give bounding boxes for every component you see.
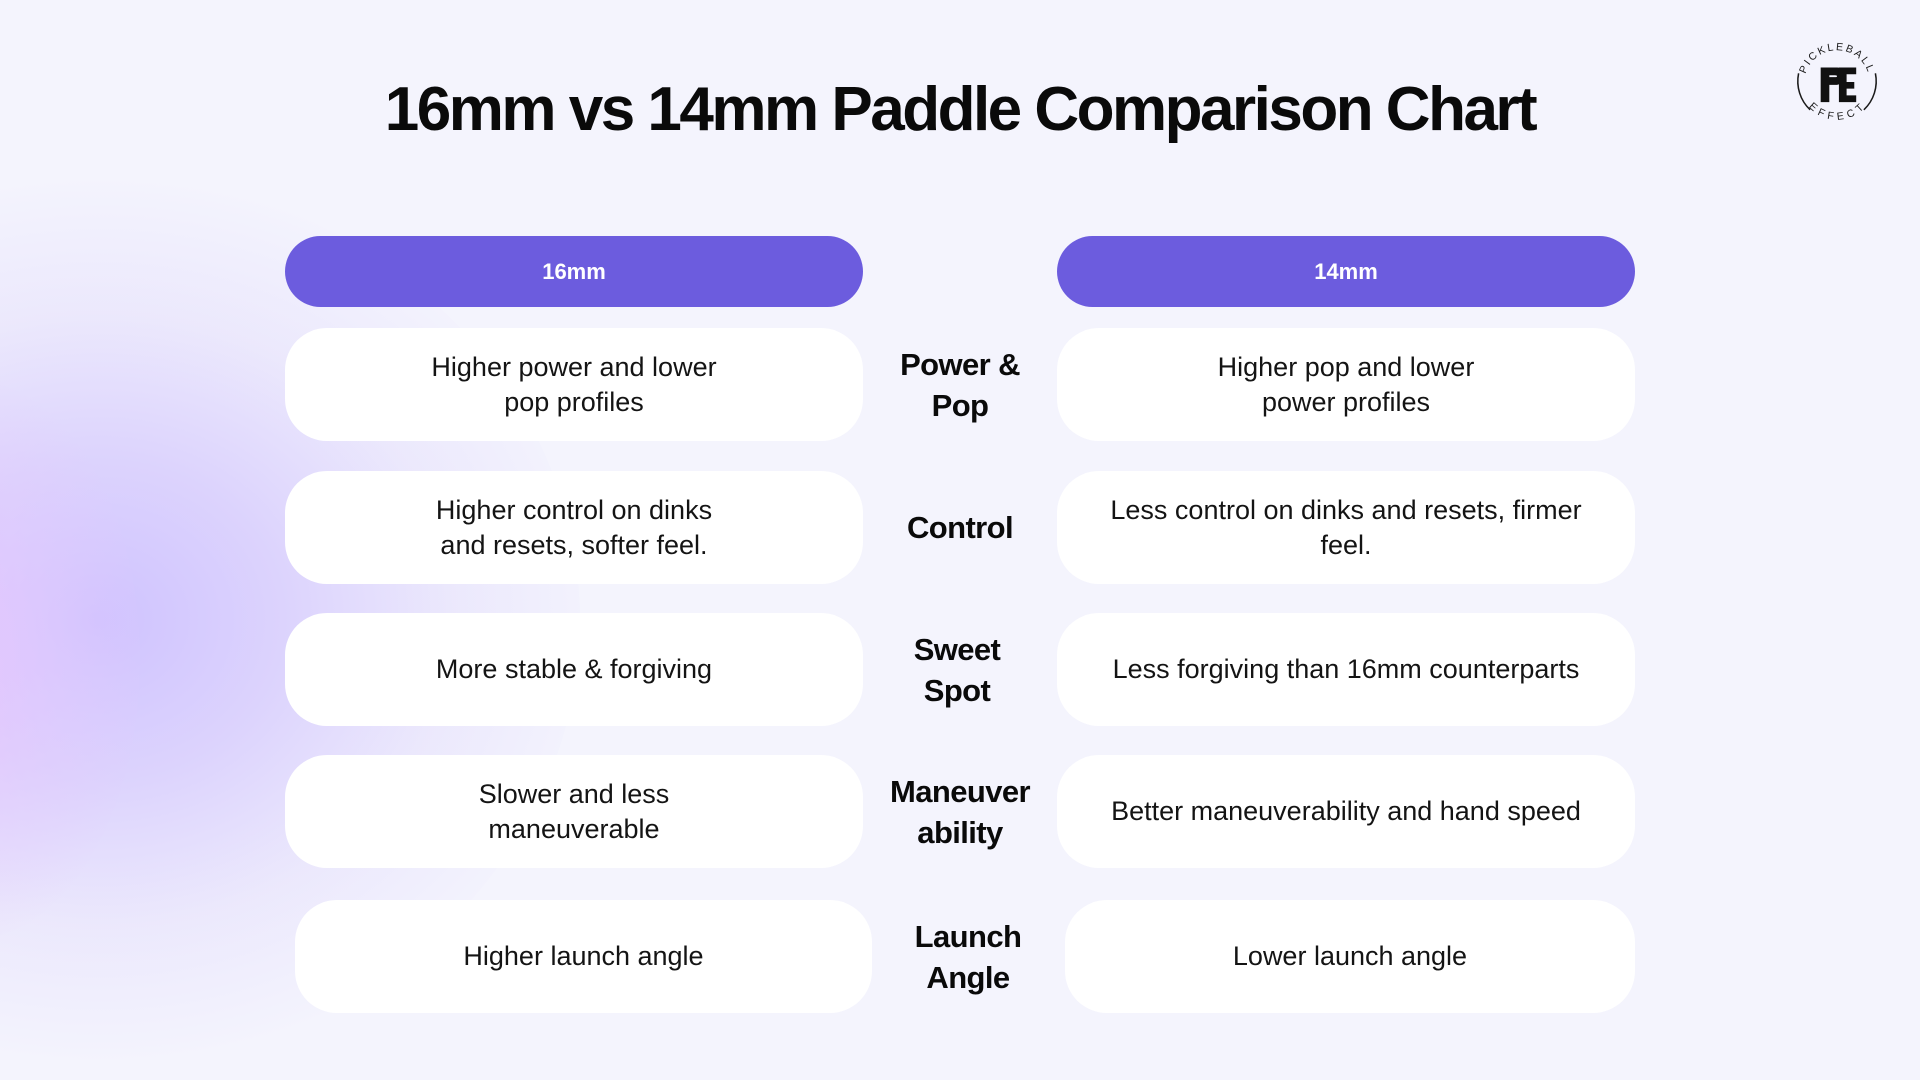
- cell-text-line: power profiles: [1261, 386, 1431, 417]
- cell-16mm-maneuverability: Slower and less maneuverable: [285, 755, 863, 868]
- cell-16mm-power-pop: Higher power and lower pop profiles: [285, 328, 863, 441]
- background-gradient-accent: [0, 380, 140, 940]
- logo-bottom-text: EFFECT: [1806, 100, 1867, 123]
- cell-text-line: Better maneuverability and hand speed: [1111, 796, 1581, 826]
- cell-text-line: Slower and less: [478, 778, 670, 809]
- cell-14mm-control: Less control on dinks and resets, firmer…: [1057, 471, 1635, 584]
- row-label-line: Pop: [931, 387, 989, 423]
- row-label-line: Maneuver: [890, 773, 1031, 809]
- cell-text-line: maneuverable: [488, 813, 660, 844]
- row-label-line: Angle: [926, 959, 1010, 995]
- row-label-maneuverability: Maneuver ability: [870, 755, 1050, 868]
- row-label-line: Power &: [900, 346, 1020, 382]
- row-label-line: Control: [907, 510, 1014, 545]
- cell-text-line: Higher power and lower: [431, 351, 717, 382]
- cell-text-line: Higher launch angle: [463, 941, 704, 971]
- cell-text-line: Less control on dinks and resets, firmer: [1110, 494, 1582, 525]
- row-label-line: Sweet: [913, 631, 1001, 667]
- cell-14mm-power-pop: Higher pop and lower power profiles: [1057, 328, 1635, 441]
- row-label-line: Launch: [914, 918, 1022, 954]
- row-label-launch-angle: Launch Angle: [878, 900, 1058, 1013]
- cell-text-line: feel.: [1320, 529, 1372, 560]
- cell-text-line: Higher pop and lower: [1217, 351, 1475, 382]
- cell-text-line: Higher control on dinks: [435, 494, 713, 525]
- row-label-sweet-spot: Sweet Spot: [867, 613, 1047, 726]
- cell-16mm-control: Higher control on dinks and resets, softe…: [285, 471, 863, 584]
- cell-16mm-launch-angle: Higher launch angle: [295, 900, 872, 1013]
- cell-14mm-maneuverability: Better maneuverability and hand speed: [1057, 755, 1635, 868]
- cell-14mm-launch-angle: Lower launch angle: [1065, 900, 1635, 1013]
- column-header-14mm: 14mm: [1057, 236, 1635, 307]
- cell-text-line: pop profiles: [504, 386, 644, 417]
- cell-text-line: and resets, softer feel.: [440, 529, 708, 560]
- row-label-line: ability: [917, 814, 1003, 850]
- row-label-power-pop: Power & Pop: [870, 328, 1050, 441]
- page-title: 16mm vs 14mm Paddle Comparison Chart: [384, 75, 1538, 144]
- cell-text-line: More stable & forgiving: [435, 654, 713, 684]
- cell-14mm-sweet-spot: Less forgiving than 16mm counterparts: [1057, 613, 1635, 726]
- cell-text-line: Lower launch angle: [1232, 941, 1468, 971]
- cell-16mm-sweet-spot: More stable & forgiving: [285, 613, 863, 726]
- logo-monogram-icon: [1820, 67, 1857, 103]
- column-header-16mm: 16mm: [285, 236, 863, 307]
- cell-text-line: Less forgiving than 16mm counterparts: [1112, 654, 1580, 684]
- pickleball-effect-logo-icon: PICKLEBALL EFFECT: [1797, 41, 1877, 123]
- row-label-line: Spot: [923, 672, 991, 708]
- row-label-control: Control: [870, 471, 1050, 584]
